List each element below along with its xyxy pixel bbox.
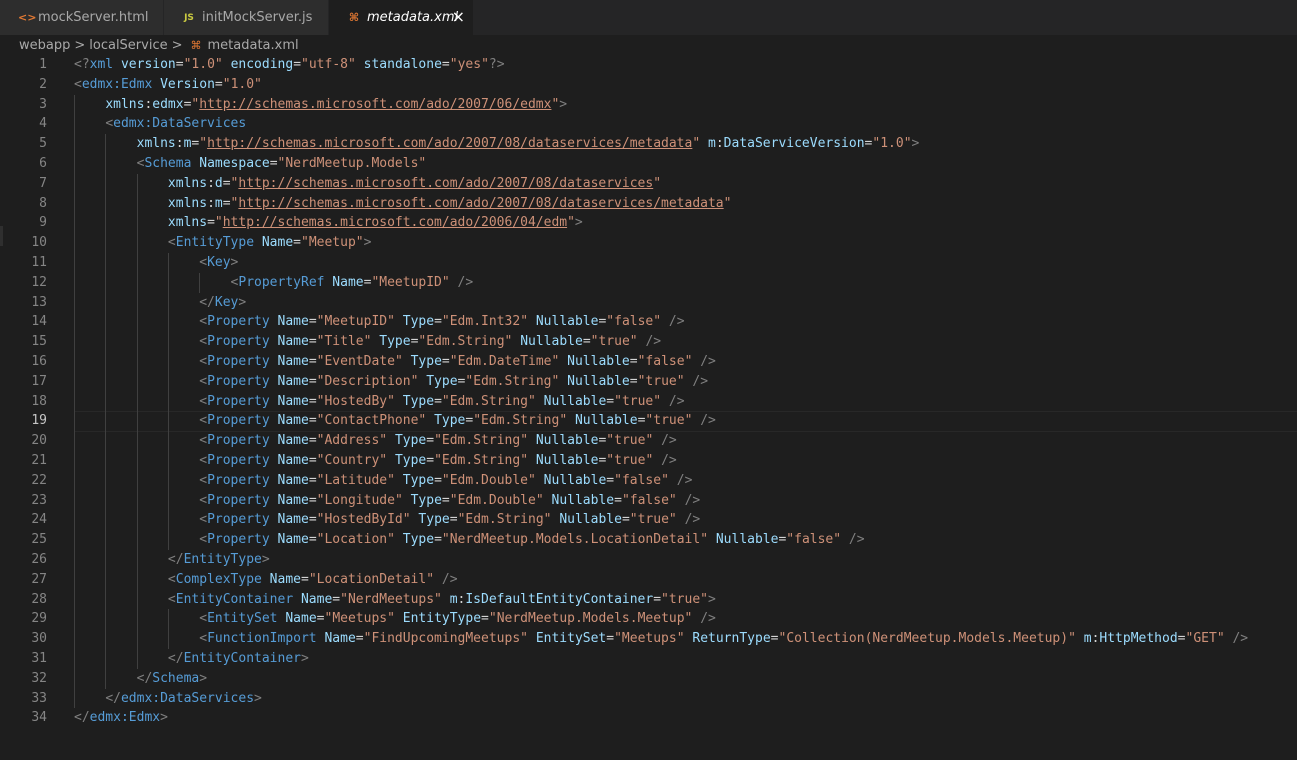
line-number: 31 [31, 651, 47, 666]
line-number: 11 [31, 255, 47, 270]
line-number: 9 [39, 215, 47, 231]
code-line[interactable]: <Property Name="MeetupID" Type="Edm.Int3… [74, 312, 684, 332]
line-number: 6 [39, 156, 47, 171]
code-line[interactable]: <Property Name="Longitude" Type="Edm.Dou… [74, 491, 700, 511]
code-line[interactable]: <Property Name="HostedBy" Type="Edm.Stri… [74, 392, 684, 412]
line-number: 23 [31, 492, 47, 508]
xml-file-icon: ⌘ [190, 38, 202, 52]
tab-metadata-xml[interactable]: ⌘ metadata.xml × [329, 0, 474, 35]
code-line[interactable]: xmlns="http://schemas.microsoft.com/ado/… [74, 213, 583, 233]
line-number: 24 [31, 512, 47, 528]
code-line[interactable]: <Property Name="Latitude" Type="Edm.Doub… [74, 471, 692, 491]
code-line[interactable]: </edmx:DataServices> [74, 689, 262, 709]
code-line[interactable]: <edmx:DataServices [74, 114, 246, 134]
line-number: 4 [39, 116, 47, 132]
line-number: 30 [31, 631, 47, 647]
code-line[interactable]: <Key> [74, 253, 238, 273]
code-line[interactable]: </Key> [74, 293, 246, 313]
breadcrumb-item-webapp[interactable]: webapp [19, 38, 70, 53]
code-line[interactable]: <FunctionImport Name="FindUpcomingMeetup… [74, 629, 1248, 649]
code-line[interactable]: <EntityContainer Name="NerdMeetups" m:Is… [74, 590, 716, 610]
tab-bar: <> mockServer.html JS initMockServer.js … [0, 0, 1297, 35]
code-line[interactable]: <Property Name="Title" Type="Edm.String"… [74, 332, 661, 352]
code-line[interactable]: <Property Name="Location" Type="NerdMeet… [74, 530, 864, 550]
code-line[interactable]: <Property Name="Country" Type="Edm.Strin… [74, 451, 677, 471]
tab-label: metadata.xml [367, 10, 459, 25]
xml-file-icon: ⌘ [348, 11, 360, 24]
tab-label: initMockServer.js [202, 10, 313, 25]
code-line[interactable]: <?xml version="1.0" encoding="utf-8" sta… [74, 55, 505, 75]
line-number: 13 [31, 294, 47, 310]
breadcrumb-item-localservice[interactable]: localService [89, 38, 167, 53]
code-line[interactable]: <Property Name="HostedById" Type="Edm.St… [74, 510, 700, 530]
line-number: 19 [31, 413, 47, 429]
code-line[interactable]: <Property Name="ContactPhone" Type="Edm.… [74, 411, 716, 431]
code-line[interactable]: xmlns:d="http://schemas.microsoft.com/ad… [74, 174, 661, 194]
line-number: 25 [31, 532, 47, 548]
line-number: 3 [39, 96, 47, 112]
code-line[interactable]: xmlns:m="http://schemas.microsoft.com/ad… [74, 194, 732, 214]
line-number: 26 [31, 552, 47, 567]
line-number: 1 [39, 57, 47, 72]
line-number: 7 [39, 175, 47, 191]
code-line[interactable]: <ComplexType Name="LocationDetail" /> [74, 570, 458, 590]
tab-initmockserver-js[interactable]: JS initMockServer.js [164, 0, 329, 35]
line-number: 2 [39, 76, 47, 92]
line-number: 14 [31, 314, 47, 330]
tab-label: mockServer.html [38, 10, 149, 25]
html-file-icon: <> [18, 11, 37, 24]
line-number: 29 [31, 611, 47, 627]
code-line[interactable]: xmlns:m="http://schemas.microsoft.com/ad… [74, 134, 920, 154]
code-line[interactable]: </edmx:Edmx> [74, 708, 168, 728]
code-line[interactable]: </Schema> [74, 669, 207, 689]
line-number: 10 [31, 235, 47, 251]
code-line[interactable]: <Property Name="Description" Type="Edm.S… [74, 372, 708, 392]
chevron-right-icon: > [74, 37, 86, 53]
line-number: 18 [31, 393, 47, 409]
code-line[interactable]: <Property Name="EventDate" Type="Edm.Dat… [74, 352, 716, 372]
breadcrumb: webapp > localService > ⌘ metadata.xml [0, 35, 1297, 55]
tab-mockserver-html[interactable]: <> mockServer.html [0, 0, 164, 35]
breadcrumb-item-file[interactable]: metadata.xml [208, 38, 299, 53]
code-line[interactable]: <EntityType Name="Meetup"> [74, 233, 372, 253]
code-line[interactable]: <Schema Namespace="NerdMeetup.Models" [74, 154, 427, 174]
close-icon[interactable]: × [452, 7, 465, 26]
line-number: 15 [31, 334, 47, 350]
line-number: 34 [31, 710, 47, 726]
code-line[interactable]: <edmx:Edmx Version="1.0" [74, 75, 262, 95]
line-number: 28 [31, 591, 47, 607]
line-number: 20 [31, 433, 47, 449]
line-number: 27 [31, 571, 47, 587]
line-number: 33 [31, 690, 47, 706]
line-number: 8 [39, 195, 47, 211]
code-line[interactable]: xmlns:edmx="http://schemas.microsoft.com… [74, 95, 567, 115]
code-line[interactable]: <PropertyRef Name="MeetupID" /> [74, 273, 474, 293]
line-number: 32 [31, 670, 47, 686]
code-line[interactable]: <Property Name="Address" Type="Edm.Strin… [74, 431, 677, 451]
line-number: 17 [31, 373, 47, 389]
line-number: 21 [31, 453, 47, 468]
line-number: 5 [39, 136, 47, 152]
js-file-icon: JS [184, 12, 194, 23]
line-number: 22 [31, 472, 47, 488]
chevron-right-icon: > [171, 37, 183, 53]
line-number: 12 [31, 274, 47, 290]
code-line[interactable]: </EntityContainer> [74, 649, 309, 669]
code-line[interactable]: </EntityType> [74, 550, 270, 570]
code-editor[interactable]: 1 2 3 4 5 6 7 8 9 10 11 12 13 14 15 16 17 18 19 20 21 22 23 24 2… [0, 55, 1297, 760]
code-line[interactable]: <EntitySet Name="Meetups" EntityType="Ne… [74, 609, 716, 629]
line-number: 16 [31, 354, 47, 369]
